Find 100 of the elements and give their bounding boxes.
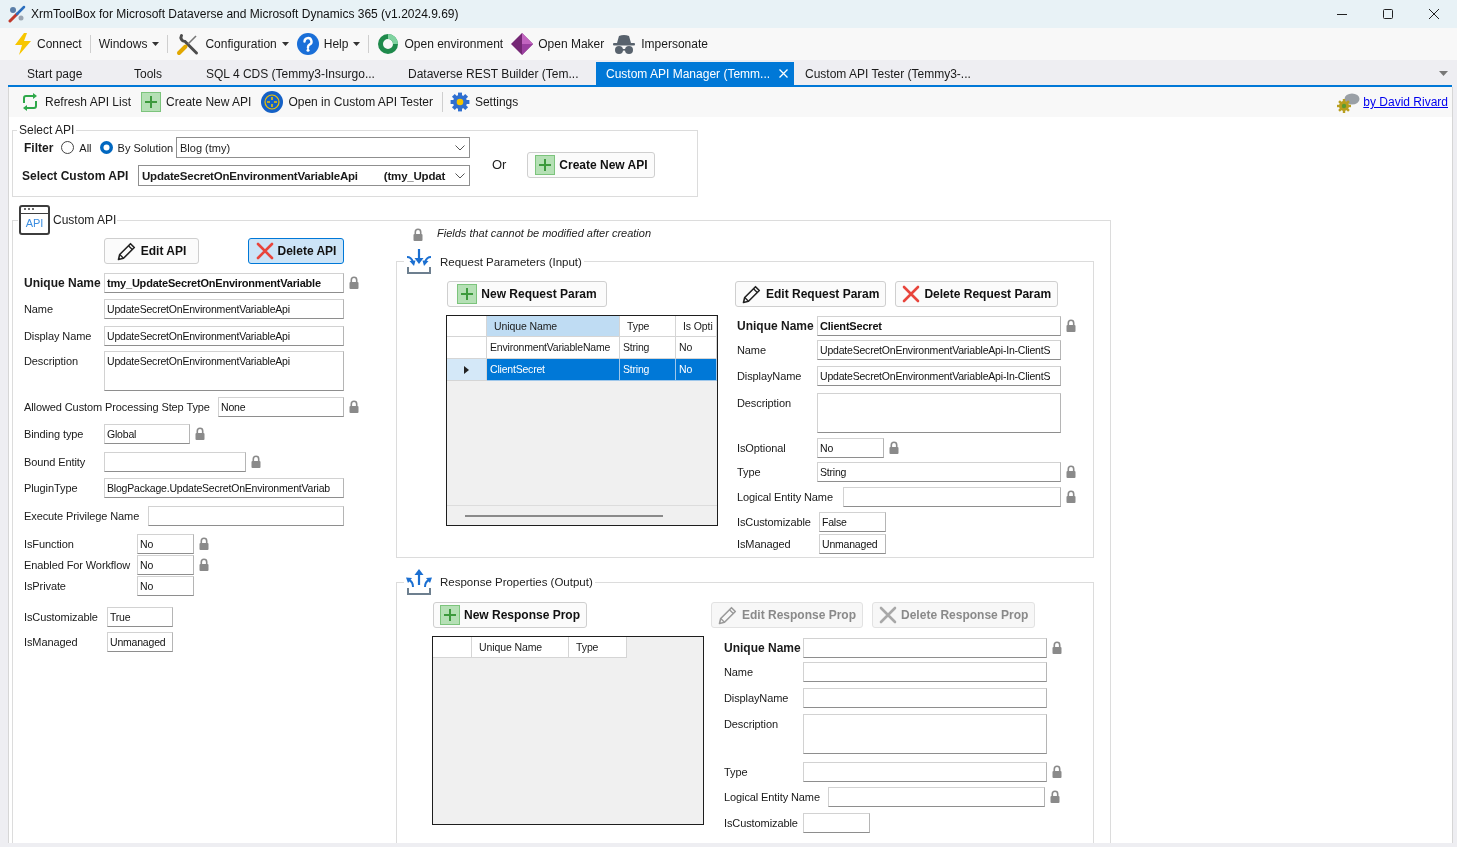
text-field[interactable]: Unmanaged — [819, 534, 886, 554]
field-label: Description — [737, 396, 792, 411]
tab[interactable]: SQL 4 CDS (Temmy3-Insurgo... — [187, 62, 389, 85]
text-field[interactable] — [803, 813, 870, 833]
window-title: XrmToolBox for Microsoft Dataverse and Microsoft Dynamics 365 (v1.2024.9.69) — [31, 7, 459, 21]
text-field[interactable]: No — [137, 534, 194, 554]
text-field[interactable]: No — [137, 555, 194, 575]
menu-item[interactable]: Open environment — [373, 31, 508, 57]
add-button[interactable]: New Response Prop — [433, 602, 588, 628]
tab[interactable]: Dataverse REST Builder (Tem... — [389, 62, 596, 85]
menu-item[interactable]: Configuration — [172, 31, 293, 57]
settings-icon — [449, 92, 470, 112]
author-link[interactable]: by David Rivard — [1363, 95, 1448, 109]
text-field[interactable] — [803, 762, 1047, 782]
text-field[interactable]: UpdateSecretOnEnvironmentVariableApi-In-ClientS — [817, 366, 1061, 386]
field-label: IsManaged — [24, 635, 79, 650]
text-field[interactable] — [843, 487, 1061, 507]
field-label: IsCustomizable — [724, 816, 799, 831]
edit-button[interactable]: Edit API — [104, 238, 199, 264]
table-row[interactable]: ClientSecret String No — [447, 359, 717, 381]
text-field[interactable]: UpdateSecretOnEnvironmentVariableApi — [104, 326, 344, 346]
text-field[interactable]: No — [137, 576, 194, 596]
column-header[interactable]: Is Opti — [676, 316, 717, 337]
field-label: IsPrivate — [24, 579, 67, 594]
table-cell: EnvironmentVariableName — [487, 337, 620, 359]
text-area[interactable]: UpdateSecretOnEnvironmentVariableApi — [104, 351, 344, 391]
text-field[interactable]: Global — [104, 424, 190, 444]
tab[interactable]: Start page — [8, 62, 115, 85]
settings-button[interactable]: Settings — [445, 89, 523, 115]
field-label: IsCustomizable — [24, 610, 99, 625]
radio-option[interactable]: By Solution — [99, 141, 174, 154]
text-field[interactable]: UpdateSecretOnEnvironmentVariableApi-In-ClientS — [817, 340, 1061, 360]
text-field[interactable]: UpdateSecretOnEnvironmentVariableApi — [104, 299, 344, 319]
menu-item[interactable]: Connect — [10, 31, 86, 57]
column-header[interactable]: Type — [620, 316, 676, 337]
column-header[interactable]: Unique Name — [472, 637, 569, 658]
field-label: Logical Entity Name — [737, 490, 834, 505]
group-title: Request Parameters (Input) — [440, 255, 582, 268]
group-title: Custom API — [53, 213, 117, 227]
open-tester-button[interactable]: Open in Custom API Tester — [257, 89, 437, 115]
text-field[interactable]: Unmanaged — [107, 632, 173, 652]
dropdown[interactable]: Blog (tmy) — [176, 137, 470, 158]
field-label: Name — [24, 302, 54, 317]
close-icon[interactable] — [779, 69, 788, 78]
column-header[interactable]: Unique Name — [487, 316, 620, 337]
table-cell: ClientSecret — [487, 359, 620, 381]
text-field[interactable]: No — [817, 438, 884, 458]
field-label: Select Custom API — [22, 168, 129, 183]
tab[interactable]: Tools — [115, 62, 187, 85]
column-header[interactable]: Type — [569, 637, 627, 658]
plus-icon — [535, 154, 556, 175]
window-logo: API — [19, 205, 50, 235]
text-field[interactable]: False — [819, 512, 886, 532]
menu-item[interactable]: Help — [292, 31, 365, 57]
dropdown[interactable]: UpdateSecretOnEnvironmentVariableApi (tmy_Updat — [138, 165, 470, 186]
field-label: IsCustomizable — [737, 515, 812, 530]
maximize-icon — [1383, 9, 1393, 19]
text-field[interactable]: String — [817, 462, 1061, 482]
text-field[interactable]: tmy_UpdateSecretOnEnvironmentVariable — [104, 273, 344, 293]
delete-button[interactable]: Delete API — [248, 238, 344, 264]
radio-option[interactable]: All — [61, 141, 92, 154]
text-field[interactable] — [803, 688, 1047, 708]
lightning-icon — [14, 33, 32, 55]
tab[interactable]: Custom API Manager (Temm... — [596, 62, 794, 85]
text-field[interactable]: BlogPackage.UpdateSecretOnEnvironmentVariab — [104, 478, 344, 498]
row-header[interactable] — [447, 359, 487, 381]
edit-button[interactable]: Edit Request Param — [735, 281, 887, 307]
minimize-icon — [1337, 13, 1347, 15]
field-label: Name — [737, 343, 767, 358]
ring-icon — [377, 33, 400, 55]
text-field[interactable] — [803, 638, 1047, 658]
text-field[interactable]: True — [107, 607, 173, 627]
create-button[interactable]: Create New API — [137, 89, 256, 115]
field-label: Unique Name — [724, 640, 802, 657]
text-field[interactable] — [803, 662, 1047, 682]
cross-icon — [902, 285, 921, 303]
caret-icon[interactable] — [1439, 71, 1448, 76]
refresh-button[interactable]: Refresh API List — [16, 89, 136, 115]
field-label: Filter — [24, 140, 54, 155]
text-field[interactable] — [828, 787, 1045, 807]
text-field[interactable] — [104, 452, 246, 472]
menu-item[interactable]: Windows — [94, 31, 164, 57]
add-button[interactable]: New Request Param — [447, 281, 607, 307]
menu-item[interactable]: Impersonate — [608, 31, 712, 57]
or-label: Or — [492, 157, 507, 172]
tab[interactable]: Custom API Tester (Temmy3-... — [794, 62, 984, 85]
menu-item[interactable]: Open Maker — [507, 31, 609, 57]
hat-glasses-icon — [612, 34, 637, 54]
field-label: Type — [737, 465, 762, 480]
text-field[interactable] — [148, 506, 344, 526]
text-area[interactable] — [817, 393, 1061, 433]
field-label: Enabled For Workflow — [24, 558, 131, 573]
text-field[interactable]: None — [218, 397, 344, 417]
field-label: Unique Name — [737, 318, 815, 335]
text-field[interactable]: ClientSecret — [817, 316, 1061, 336]
text-area[interactable] — [803, 714, 1047, 754]
create-button[interactable]: Create New API — [527, 151, 656, 178]
group-title: Select API — [18, 123, 76, 137]
delete-button[interactable]: Delete Request Param — [895, 281, 1059, 307]
table-row[interactable]: EnvironmentVariableName String No — [447, 337, 717, 359]
